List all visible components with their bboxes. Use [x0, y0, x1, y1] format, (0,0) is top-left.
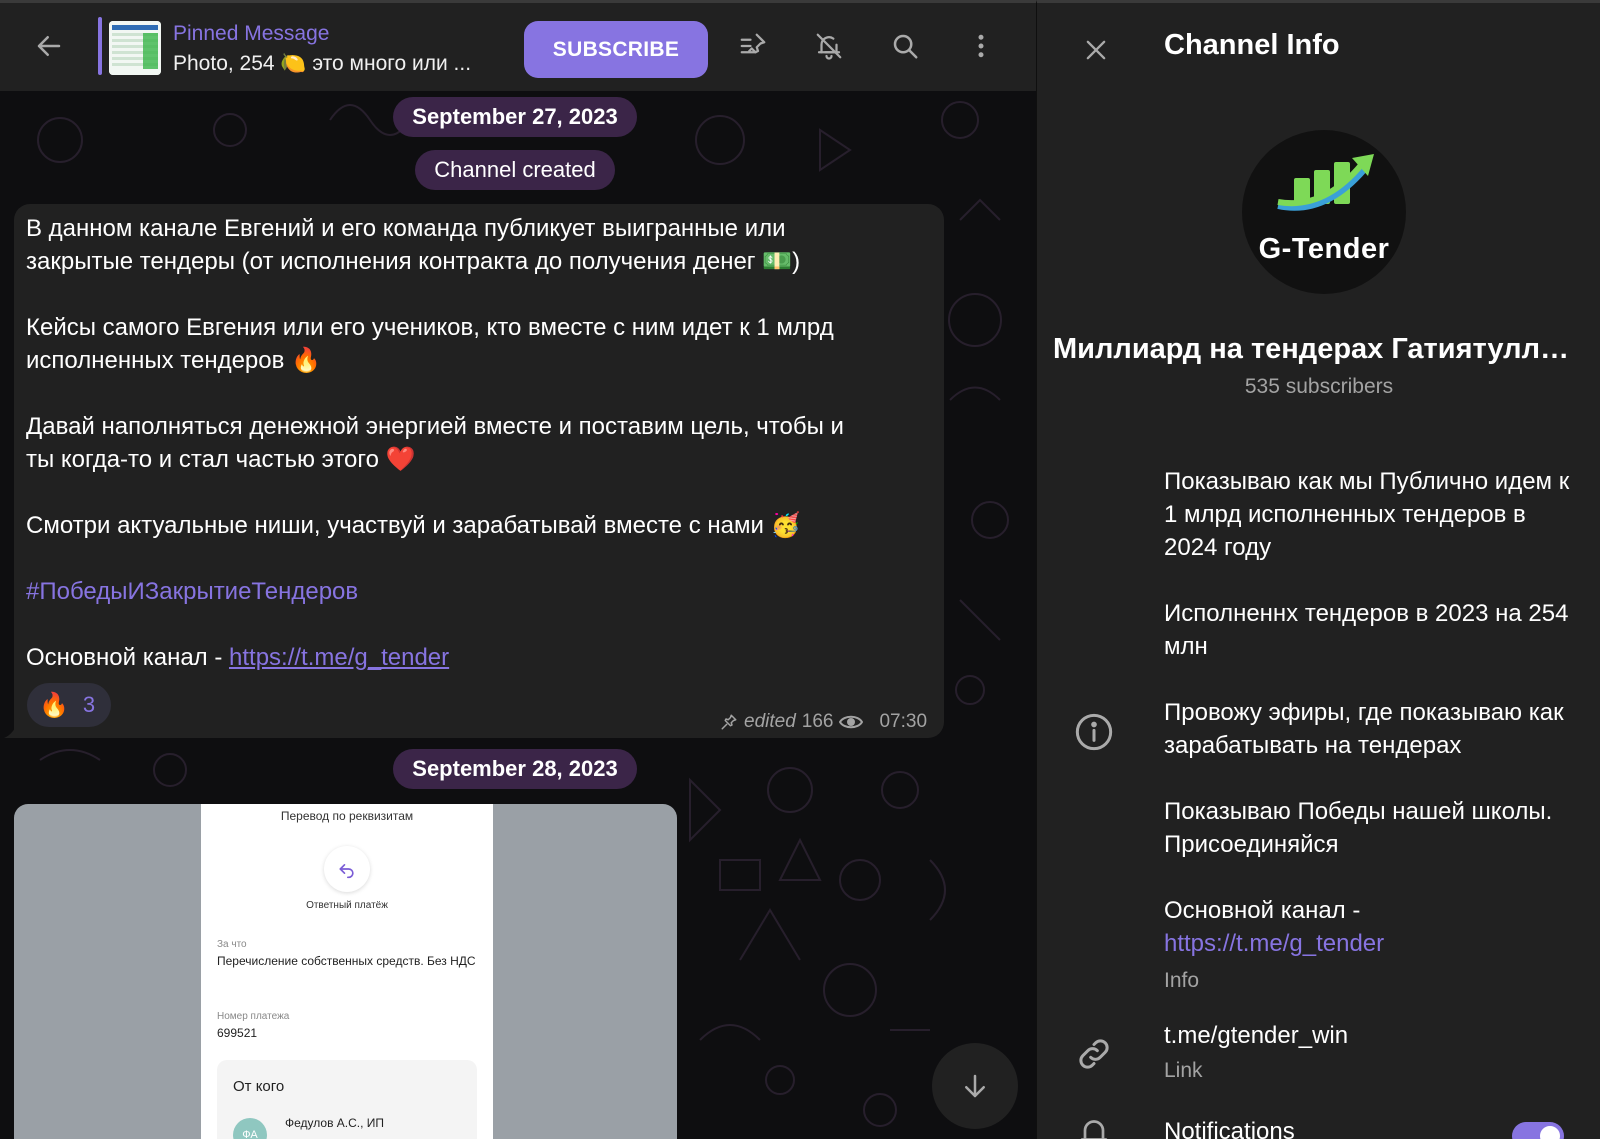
- scroll-down-button[interactable]: [932, 1043, 1018, 1129]
- payment-screenshot: Перевод по реквизитам Ответный платёж За…: [201, 804, 493, 1139]
- channel-avatar[interactable]: G-Tender: [1242, 130, 1406, 294]
- payment-number-value: 699521: [217, 1026, 258, 1040]
- bell-icon: [1080, 1120, 1108, 1139]
- arrow-down-icon: [965, 1074, 985, 1098]
- back-button[interactable]: [24, 21, 74, 71]
- description-paragraph: Основной канал - https://t.me/g_tender: [1164, 894, 1584, 960]
- search-icon: [893, 34, 918, 59]
- pinned-message-thumbnail[interactable]: [109, 21, 161, 75]
- channel-name: Миллиард на тендерах Гатиятуллина: [1053, 333, 1585, 365]
- date-separator: September 27, 2023: [393, 97, 637, 137]
- message-meta: edited 166 07:30: [720, 709, 927, 735]
- channel-link[interactable]: t.me/gtender_win: [1164, 1022, 1348, 1050]
- message-line: Давай наполняться денежной энергией вмес…: [26, 413, 844, 440]
- message-line: Кейсы самого Евгения или его учеников, к…: [26, 314, 834, 341]
- eye-icon: [839, 715, 864, 729]
- more-vertical-icon: [978, 34, 984, 58]
- mute-button[interactable]: [804, 21, 854, 71]
- description-paragraph: Провожу эфиры, где показываю как зарабат…: [1164, 699, 1564, 759]
- chat-header: Pinned Message Photo, 254 🍋 это много ил…: [0, 0, 1036, 91]
- link-icon: [1079, 1039, 1109, 1069]
- hashtag-link[interactable]: #ПобедыИЗакрытиеТендеров: [26, 575, 931, 608]
- for-label: За что: [217, 939, 247, 950]
- reaction-count: 3: [82, 692, 96, 717]
- bell-off-icon: [816, 33, 842, 60]
- message-line: В данном канале Евгений и его команда пу…: [26, 215, 786, 242]
- pinned-message-title[interactable]: Pinned Message: [173, 22, 329, 46]
- pinned-message-text[interactable]: Photo, 254 🍋 это много или ...: [173, 52, 483, 76]
- close-icon: [1086, 40, 1106, 60]
- description-paragraph: Исполненнх тендеров в 2023 на 254 млн: [1164, 600, 1569, 660]
- arrow-left-icon: [37, 36, 61, 56]
- from-avatar: ФА: [233, 1118, 267, 1139]
- view-count: 166: [801, 711, 834, 732]
- payment-number-label: Номер платежа: [217, 1011, 290, 1022]
- from-label: От кого: [233, 1078, 285, 1095]
- reply-payment-icon: [324, 846, 370, 892]
- channel-info-panel: Channel Info G-Tender Миллиард на тендер…: [1036, 0, 1600, 1139]
- message-line: исполненных тендеров 🔥: [26, 347, 321, 374]
- message-paragraph: Давай наполняться денежной энергией вмес…: [26, 410, 931, 476]
- message-bubble-tail: [4, 718, 20, 738]
- message-line: закрытые тендеры (от исполнения контракт…: [26, 248, 801, 275]
- message-paragraph: Смотри актуальные ниши, участвуй и зараб…: [26, 512, 801, 539]
- toggle-knob: [1538, 1124, 1562, 1139]
- main-channel-link[interactable]: https://t.me/g_tender: [229, 644, 449, 671]
- notifications-label: Notifications: [1164, 1118, 1295, 1139]
- message-paragraph: Основной канал - https://t.me/g_tender: [26, 641, 931, 674]
- notifications-toggle[interactable]: [1512, 1122, 1564, 1139]
- from-name: Федулов А.С., ИП: [285, 1116, 385, 1130]
- main-channel-prefix: Основной канал -: [1164, 897, 1361, 924]
- date-separator: September 28, 2023: [393, 749, 637, 789]
- reaction-chip[interactable]: 🔥 3: [27, 683, 111, 727]
- from-card: От кого ФА Федулов А.С., ИП: [217, 1060, 477, 1139]
- spreadsheet-thumbnail-image: [109, 21, 161, 75]
- pinned-messages-button[interactable]: [728, 21, 778, 71]
- service-message: Channel created: [415, 150, 615, 190]
- for-value: Перечисление собственных средств. Без НД…: [217, 954, 476, 968]
- link-sublabel: Link: [1164, 1059, 1203, 1082]
- description-paragraph: Показываю как мы Публично идем к 1 млрд …: [1164, 468, 1570, 561]
- message-paragraph: Кейсы самого Евгения или его учеников, к…: [26, 311, 931, 377]
- message-line: ты когда-то и стал частью этого ❤️: [26, 446, 416, 473]
- more-options-button[interactable]: [956, 21, 1006, 71]
- g-tender-logo-icon: [1277, 154, 1374, 211]
- subscribe-button[interactable]: SUBSCRIBE: [524, 21, 708, 78]
- panel-title: Channel Info: [1164, 29, 1340, 61]
- pinned-messages-icon: [740, 33, 766, 54]
- reply-payment-label: Ответный платёж: [306, 900, 388, 911]
- message-paragraph: В данном канале Евгений и его команда пу…: [26, 212, 931, 278]
- chat-column: Pinned Message Photo, 254 🍋 это много ил…: [0, 0, 1036, 1139]
- subscriber-count: 535 subscribers: [1244, 375, 1394, 398]
- search-button[interactable]: [880, 21, 930, 71]
- main-channel-prefix: Основной канал -: [26, 644, 230, 671]
- avatar-text: G-Tender: [1258, 233, 1390, 265]
- edited-label: edited: [744, 711, 796, 732]
- message-text: В данном канале Евгений и его команда пу…: [26, 212, 931, 674]
- info-sublabel: Info: [1164, 969, 1200, 992]
- info-icon: [1075, 713, 1113, 751]
- description-paragraph: Показываю Победы нашей школы. Присоединя…: [1164, 798, 1553, 858]
- photo-title: Перевод по реквизитам: [280, 809, 414, 823]
- pinned-indicator-bar: [98, 17, 102, 75]
- channel-description: Показываю как мы Публично идем к 1 млрд …: [1164, 465, 1584, 960]
- main-channel-link[interactable]: https://t.me/g_tender: [1164, 930, 1384, 957]
- photo-message[interactable]: Перевод по реквизитам Ответный платёж За…: [14, 804, 677, 1139]
- pin-icon: [721, 714, 737, 730]
- message-time: 07:30: [879, 711, 928, 732]
- fire-reaction-icon: 🔥: [39, 691, 69, 719]
- close-button[interactable]: [1071, 25, 1121, 75]
